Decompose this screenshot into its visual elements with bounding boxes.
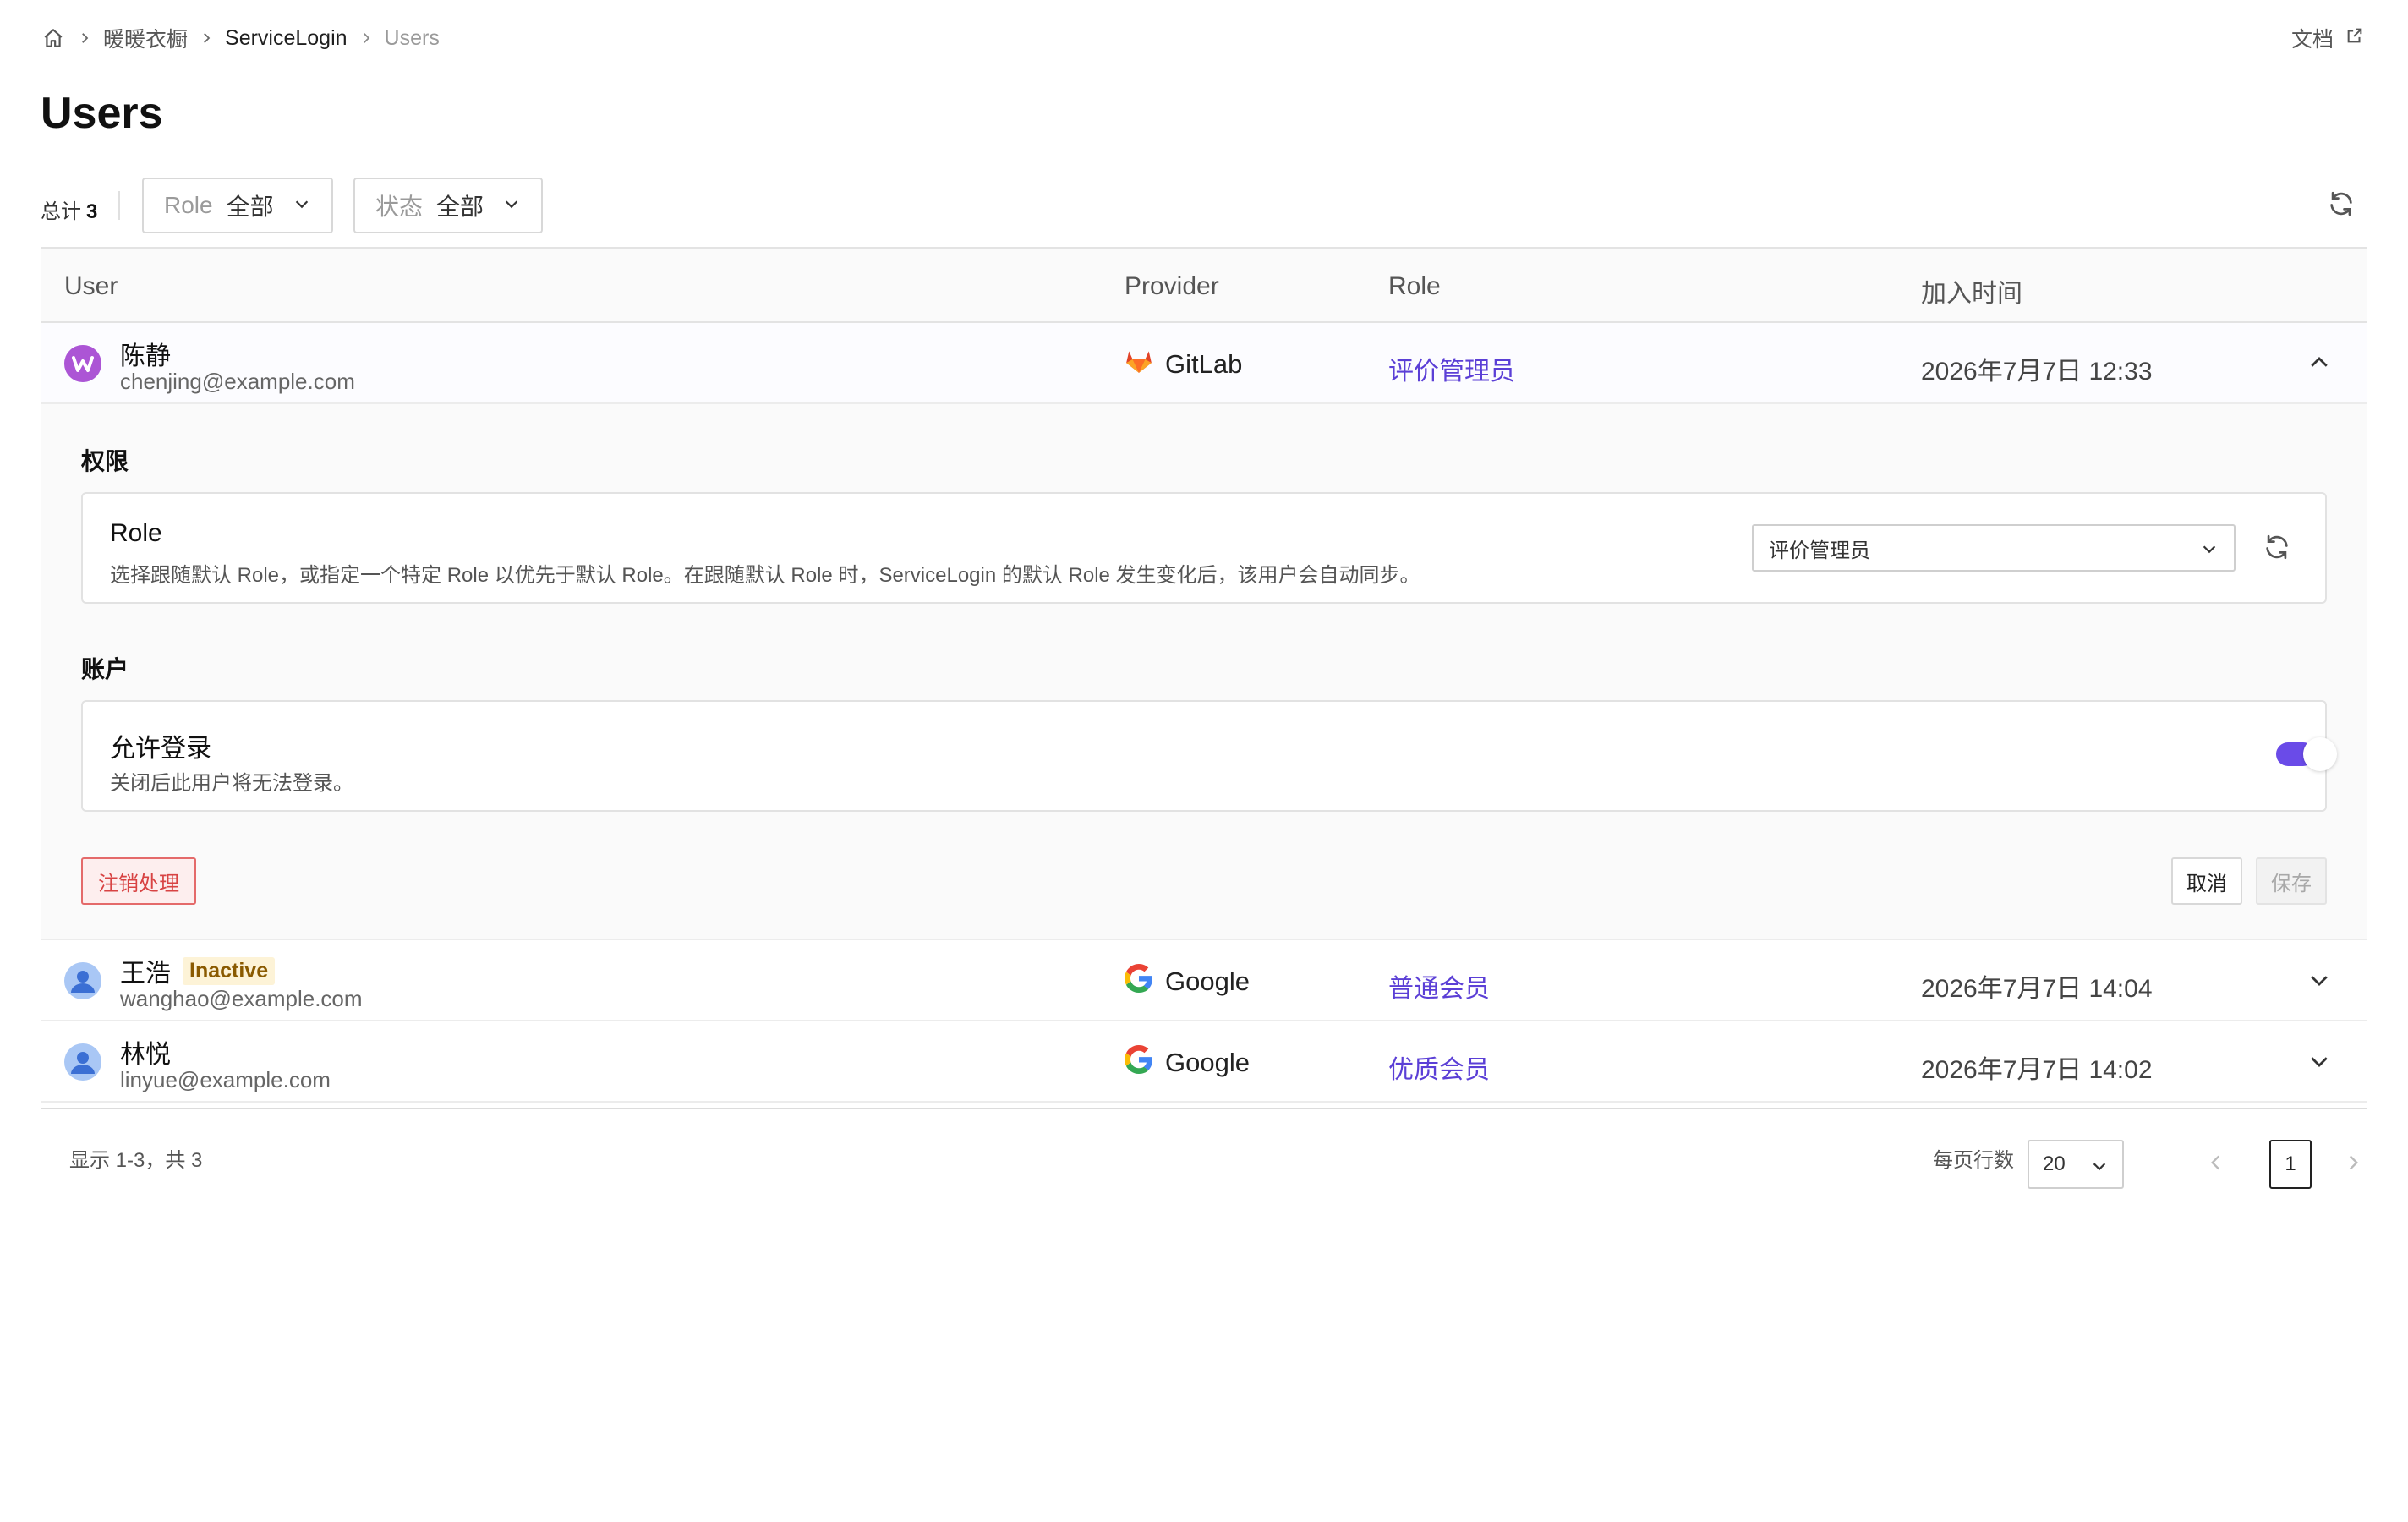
chevron-down-icon[interactable] xyxy=(2307,967,2334,994)
breadcrumb: 暖暖衣橱 ServiceLogin Users xyxy=(41,24,440,52)
role-select[interactable]: 评价管理员 xyxy=(1752,524,2236,572)
chevron-down-icon[interactable] xyxy=(2307,1048,2334,1076)
chevron-down-icon xyxy=(2200,539,2219,564)
status-filter-value: 全部 xyxy=(436,194,484,220)
refresh-icon[interactable] xyxy=(2327,189,2359,222)
total-count: 总计 3 xyxy=(41,194,97,224)
google-icon xyxy=(1125,1045,1153,1081)
role-setting-card: Role 选择跟随默认 Role，或指定一个特定 Role 以优先于默认 Rol… xyxy=(81,492,2327,604)
allow-login-description: 关闭后此用户将无法登录。 xyxy=(110,772,353,795)
table-row[interactable]: 陈静 chenjing@example.com GitLab 评价管理员 202… xyxy=(41,323,2367,404)
user-name-text: 林悦 xyxy=(120,1041,171,1069)
role-link[interactable]: 优质会员 xyxy=(1388,1048,1490,1086)
docs-link[interactable]: 文档 xyxy=(2291,24,2364,52)
provider: Google xyxy=(1125,964,1250,999)
allow-login-toggle[interactable] xyxy=(2276,737,2342,771)
user-name-text: 王浩 xyxy=(120,960,171,988)
provider: GitLab xyxy=(1125,347,1242,382)
chevron-right-icon xyxy=(348,25,385,51)
joined-date: 2026年7月7日 14:04 xyxy=(1921,975,2153,1003)
role-filter-label: Role xyxy=(164,192,213,218)
column-header-provider: Provider xyxy=(1125,272,1219,300)
page-title: Users xyxy=(41,89,163,138)
column-header-joined[interactable]: 加入时间 xyxy=(1921,272,2022,309)
total-value: 3 xyxy=(86,200,98,223)
save-button[interactable]: 保存 xyxy=(2256,857,2327,905)
table-header: User Provider Role 加入时间 xyxy=(41,247,2367,323)
provider-name: GitLab xyxy=(1165,349,1243,379)
user-email: linyue@example.com xyxy=(120,1067,331,1092)
role-select-value: 评价管理员 xyxy=(1769,539,1870,562)
avatar xyxy=(64,962,101,999)
permissions-section-title: 权限 xyxy=(81,448,129,474)
deactivate-button[interactable]: 注销处理 xyxy=(81,857,196,905)
column-header-user: User xyxy=(64,272,118,300)
toggle-knob xyxy=(2303,737,2337,771)
role-filter-value: 全部 xyxy=(226,194,274,220)
pagination-range: 显示 1-3，共 3 xyxy=(69,1149,203,1172)
status-filter-dropdown[interactable]: 状态 全部 xyxy=(353,178,544,233)
user-detail-panel: 权限 Role 选择跟随默认 Role，或指定一个特定 Role 以优先于默认 … xyxy=(41,404,2367,940)
joined-date: 2026年7月7日 14:02 xyxy=(1921,1056,2153,1084)
provider-name: Google xyxy=(1165,966,1250,996)
provider: Google xyxy=(1125,1045,1250,1081)
breadcrumb-item-users: Users xyxy=(384,25,440,50)
role-link[interactable]: 评价管理员 xyxy=(1388,350,1515,387)
filter-bar: 总计 3 Role 全部 状态 全部 xyxy=(41,178,2367,233)
column-header-role: Role xyxy=(1388,272,1441,300)
joined-date: 2026年7月7日 12:33 xyxy=(1921,358,2153,386)
chevron-right-icon xyxy=(188,25,225,51)
status-filter-label: 状态 xyxy=(375,194,424,220)
role-filter-dropdown[interactable]: Role 全部 xyxy=(142,178,333,233)
home-icon[interactable] xyxy=(41,25,66,51)
user-email: wanghao@example.com xyxy=(120,986,363,1011)
chevron-up-icon[interactable] xyxy=(2307,350,2334,377)
page-button-current[interactable]: 1 xyxy=(2269,1140,2312,1189)
avatar xyxy=(64,1043,101,1081)
total-label: 总计 xyxy=(41,200,81,223)
table-row[interactable]: 林悦 linyue@example.com Google 优质会员 2026年7… xyxy=(41,1021,2367,1103)
avatar xyxy=(64,345,101,382)
account-section-title: 账户 xyxy=(81,656,129,682)
user-email: chenjing@example.com xyxy=(120,369,355,394)
reset-role-refresh-icon[interactable] xyxy=(2263,533,2293,563)
rows-per-page-value: 20 xyxy=(2043,1152,2066,1175)
docs-link-label: 文档 xyxy=(2290,28,2334,52)
users-table: User Provider Role 加入时间 陈静 chenjing@exam… xyxy=(41,247,2367,1103)
user-name: 林悦 xyxy=(120,1033,171,1070)
allow-login-title: 允许登录 xyxy=(110,735,211,763)
allow-login-card: 允许登录 关闭后此用户将无法登录。 xyxy=(81,700,2337,812)
chevron-down-icon xyxy=(293,192,311,219)
gitlab-icon xyxy=(1125,347,1153,382)
status-badge: Inactive xyxy=(183,956,276,985)
pagination: 显示 1-3，共 3 每页行数 20 1 xyxy=(41,1108,2367,1189)
cancel-button[interactable]: 取消 xyxy=(2171,857,2242,905)
provider-name: Google xyxy=(1165,1048,1250,1077)
next-page-button[interactable] xyxy=(2342,1152,2367,1177)
external-link-icon xyxy=(2345,26,2364,51)
previous-page-button[interactable] xyxy=(2205,1152,2230,1177)
role-setting-description: 选择跟随默认 Role，或指定一个特定 Role 以优先于默认 Role。在跟随… xyxy=(110,564,1420,587)
chevron-down-icon xyxy=(2090,1157,2109,1181)
role-link[interactable]: 普通会员 xyxy=(1388,967,1490,1005)
user-name: 陈静 xyxy=(120,335,171,372)
breadcrumb-item-wardrobe[interactable]: 暖暖衣橱 xyxy=(103,23,188,53)
rows-per-page-label: 每页行数 xyxy=(1933,1149,2014,1172)
chevron-down-icon xyxy=(502,192,521,219)
google-icon xyxy=(1125,964,1153,999)
top-bar: 暖暖衣橱 ServiceLogin Users 文档 xyxy=(41,24,2367,52)
chevron-right-icon xyxy=(66,25,103,51)
breadcrumb-item-servicelogin[interactable]: ServiceLogin xyxy=(225,26,348,51)
user-name: 王浩 Inactive xyxy=(120,952,276,989)
user-name-text: 陈静 xyxy=(120,342,171,370)
table-row[interactable]: 王浩 Inactive wanghao@example.com Google 普… xyxy=(41,940,2367,1021)
divider xyxy=(118,191,120,220)
rows-per-page-select[interactable]: 20 xyxy=(2028,1140,2124,1189)
role-setting-title: Role xyxy=(110,519,162,547)
